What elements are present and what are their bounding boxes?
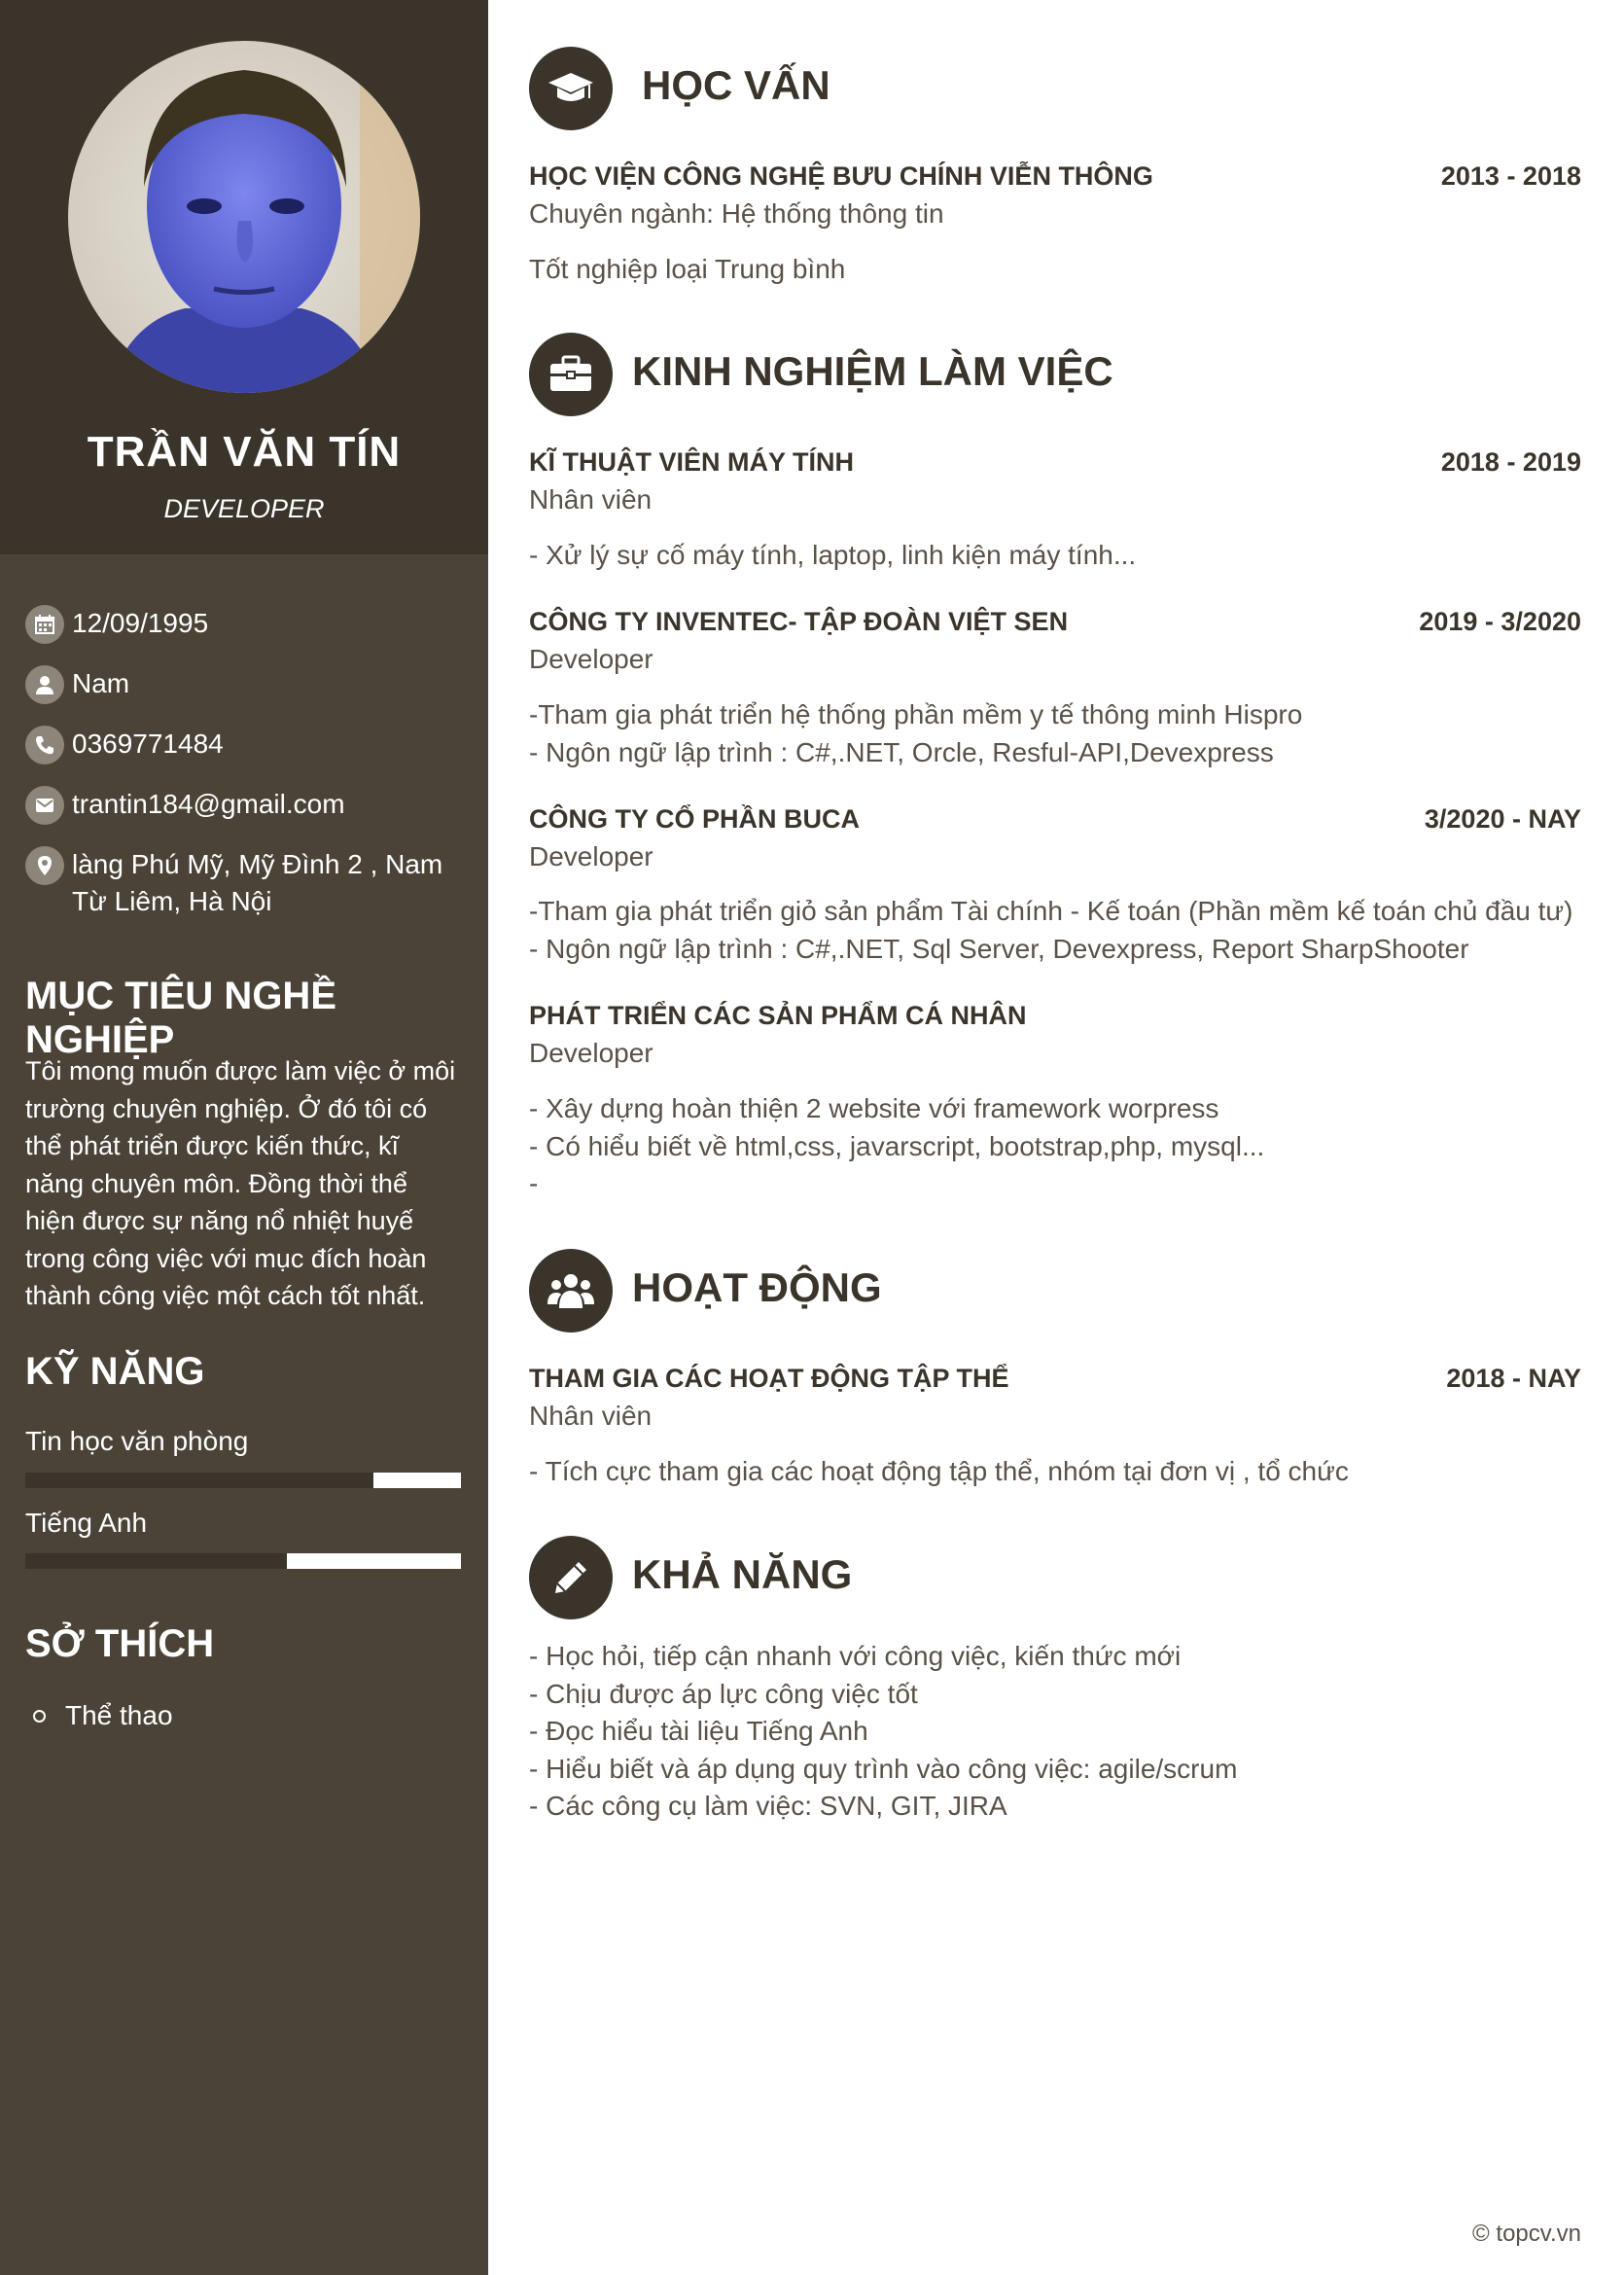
entry-title: PHÁT TRIỂN CÁC SẢN PHẨM CÁ NHÂN <box>529 1001 1027 1030</box>
ability-item: - Chịu được áp lực công việc tốt <box>529 1678 918 1709</box>
entry-subtitle: Nhân viên <box>529 1401 653 1431</box>
entry-description: - Xây dựng hoàn thiện 2 website với fram… <box>529 1090 1579 1203</box>
abilities-list: - Học hỏi, tiếp cận nhanh với công việc,… <box>529 1638 1579 1826</box>
abilities-heading: KHẢ NĂNG <box>632 1551 853 1597</box>
description-line: - Xây dựng hoàn thiện 2 website với fram… <box>529 1093 1219 1123</box>
entry-date: 2019 - 3/2020 <box>1419 607 1581 636</box>
entry-subtitle: Developer <box>529 841 653 871</box>
candidate-name: TRẦN VĂN TÍN <box>87 428 402 476</box>
hobbies-heading: SỞ THÍCH <box>25 1622 215 1665</box>
skill-bar-fill <box>25 1473 374 1488</box>
sidebar: TRẦN VĂN TÍN DEVELOPER 12/09/1995 Nam 03… <box>0 0 488 2275</box>
contact-email: trantin184@gmail.com <box>25 786 471 825</box>
entry-title: CÔNG TY CỔ PHẦN BUCA <box>529 804 861 834</box>
skill-bar-fill <box>25 1553 287 1569</box>
entry-subtitle: Nhân viên <box>529 484 653 515</box>
objective-heading: MỤC TIÊU NGHỀ NGHIỆP <box>25 975 336 1061</box>
skill-label: Tiếng Anh <box>25 1508 148 1538</box>
candidate-role: DEVELOPER <box>163 494 325 523</box>
entry-date: 3/2020 - NAY <box>1424 804 1581 834</box>
contact-address: làng Phú Mỹ, Mỹ Đình 2 , Nam Từ Liêm, Hà… <box>25 846 471 920</box>
entry-description: -Tham gia phát triển hệ thống phần mềm y… <box>529 696 1579 771</box>
bullet-icon <box>33 1709 46 1723</box>
entry-subtitle: Developer <box>529 644 653 674</box>
entry-description: - Tích cực tham gia các hoạt động tập th… <box>529 1453 1579 1491</box>
phone-icon <box>25 726 64 764</box>
entry-date: 2018 - NAY <box>1446 1364 1581 1393</box>
entry-date: 2018 - 2019 <box>1440 447 1581 477</box>
description-line: - Có hiểu biết về html,css, javarscript,… <box>529 1130 1265 1161</box>
description-line: -Tham gia phát triển giỏ sản phẩm Tài ch… <box>529 896 1573 926</box>
description-line: Tốt nghiệp loại Trung bình <box>529 254 846 284</box>
entry-description: -Tham gia phát triển giỏ sản phẩm Tài ch… <box>529 893 1579 968</box>
birthday-text: 12/09/1995 <box>72 608 209 638</box>
entry-title: KĨ THUẬT VIÊN MÁY TÍNH <box>529 447 855 477</box>
contact-birthday: 12/09/1995 <box>25 605 471 644</box>
activities-heading: HOẠT ĐỘNG <box>632 1264 882 1310</box>
experience-heading: KINH NGHIỆM LÀM VIỆC <box>632 348 1113 394</box>
entry-description: Tốt nghiệp loại Trung bình <box>529 251 1579 289</box>
hobby-label: Thể thao <box>65 1700 173 1730</box>
description-line: - Tích cực tham gia các hoạt động tập th… <box>529 1456 1349 1486</box>
email-icon <box>25 786 64 825</box>
ability-item: - Học hỏi, tiếp cận nhanh với công việc,… <box>529 1641 1182 1671</box>
objective-text: Tôi mong muốn được làm việc ở môi trường… <box>25 1056 456 1310</box>
email-text: trantin184@gmail.com <box>72 789 345 819</box>
description-line: -Tham gia phát triển hệ thống phần mềm y… <box>529 699 1303 729</box>
ability-item: - Đọc hiểu tài liệu Tiếng Anh <box>529 1716 868 1746</box>
entry-date: 2013 - 2018 <box>1440 161 1581 191</box>
copyright-text[interactable]: © topcv.vn <box>1472 2221 1581 2248</box>
gender-text: Nam <box>72 668 130 698</box>
phone-text: 0369771484 <box>72 729 224 759</box>
skill-label: Tin học văn phòng <box>25 1426 249 1456</box>
description-line: - Ngôn ngữ lập trình : C#,.NET, Sql Serv… <box>529 933 1469 964</box>
graduation-cap-icon <box>529 47 613 130</box>
pencil-icon <box>529 1536 613 1619</box>
description-line: - Ngôn ngữ lập trình : C#,.NET, Orcle, R… <box>529 736 1274 767</box>
entry-title: CÔNG TY INVENTEC- TẬP ĐOÀN VIỆT SEN <box>529 607 1069 636</box>
ability-item: - Các công cụ làm việc: SVN, GIT, JIRA <box>529 1791 1007 1821</box>
user-icon <box>25 665 64 704</box>
calendar-icon <box>25 605 64 644</box>
entry-subtitle: Chuyên ngành: Hệ thống thông tin <box>529 198 944 229</box>
entry-subtitle: Developer <box>529 1038 653 1068</box>
briefcase-icon <box>529 333 613 416</box>
entry-title: HỌC VIỆN CÔNG NGHỆ BƯU CHÍNH VIỄN THÔNG <box>529 161 1153 191</box>
entry-title: THAM GIA CÁC HOẠT ĐỘNG TẬP THỂ <box>529 1364 1009 1393</box>
education-heading: HỌC VẤN <box>642 62 830 108</box>
skills-heading: KỸ NĂNG <box>25 1350 205 1393</box>
contact-phone: 0369771484 <box>25 726 471 764</box>
hobby-item: Thể thao <box>33 1700 173 1731</box>
group-icon <box>529 1249 613 1333</box>
skill-bar <box>25 1473 461 1488</box>
entry-description: - Xử lý sự cố máy tính, laptop, linh kiệ… <box>529 537 1579 575</box>
profile-header: TRẦN VĂN TÍN DEVELOPER <box>0 0 488 554</box>
skill-bar <box>25 1553 461 1569</box>
description-line: - Xử lý sự cố máy tính, laptop, linh kiệ… <box>529 540 1137 570</box>
avatar <box>68 41 420 393</box>
map-marker-icon <box>25 846 64 885</box>
ability-item: - Hiểu biết và áp dụng quy trình vào côn… <box>529 1753 1238 1784</box>
description-line: - <box>529 1168 539 1198</box>
contact-gender: Nam <box>25 665 471 704</box>
address-text: làng Phú Mỹ, Mỹ Đình 2 , Nam Từ Liêm, Hà… <box>72 849 443 916</box>
